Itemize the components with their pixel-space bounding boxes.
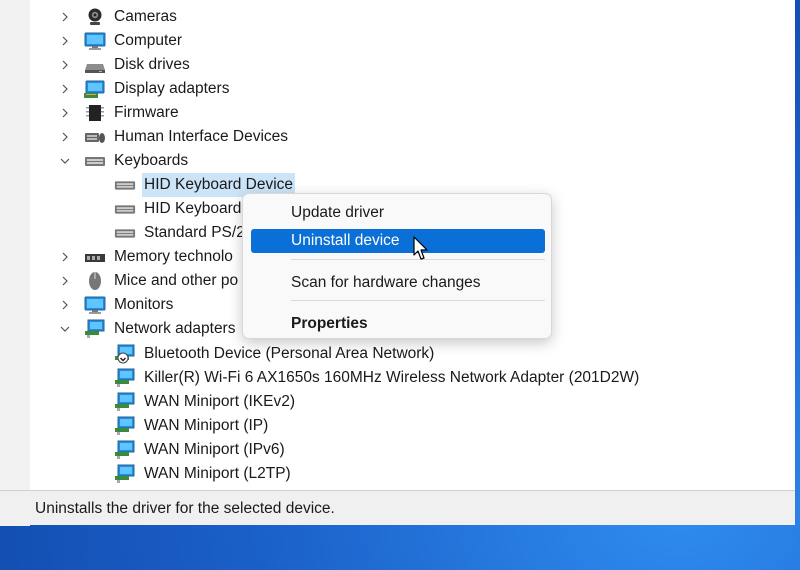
- tree-item-label: Monitors: [114, 296, 174, 313]
- tree-item-label: WAN Miniport (L2TP): [144, 465, 291, 482]
- tree-item-label: WAN Miniport (IP): [144, 417, 269, 434]
- camera-icon: [84, 7, 106, 27]
- tree-item-label: Display adapters: [114, 80, 230, 97]
- network-adapter-icon: [114, 440, 136, 460]
- chevron-down-icon[interactable]: [58, 317, 72, 341]
- tree-item-label: Standard PS/2: [144, 224, 245, 241]
- tree-item-label: WAN Miniport (IKEv2): [144, 393, 296, 410]
- memory-icon: [84, 247, 106, 267]
- network-adapter-disabled-icon: [114, 344, 136, 364]
- menu-item-update-driver[interactable]: Update driver: [251, 201, 545, 225]
- chevron-right-icon[interactable]: [58, 101, 72, 125]
- tree-item-wan-ikev2[interactable]: WAN Miniport (IKEv2): [114, 390, 297, 414]
- status-bar-left: [0, 490, 30, 526]
- tree-item-monitors[interactable]: Monitors: [62, 293, 175, 317]
- chevron-right-icon[interactable]: [58, 53, 72, 77]
- tree-item-label: Disk drives: [114, 56, 190, 73]
- tree-item-label: WAN Miniport (IPv6): [144, 441, 285, 458]
- chevron-right-icon[interactable]: [58, 245, 72, 269]
- status-bar: Uninstalls the driver for the selected d…: [30, 490, 795, 525]
- network-icon: [84, 319, 106, 339]
- tree-item-label: Bluetooth Device (Personal Area Network): [144, 345, 435, 362]
- menu-item-label: Update driver: [291, 204, 385, 221]
- context-menu: Update driver Uninstall device Scan for …: [242, 193, 552, 339]
- tree-item-hid-keyboard[interactable]: HID Keyboard: [114, 197, 243, 221]
- keyboard-icon: [114, 223, 136, 243]
- tree-item-network-adapters[interactable]: Network adapters: [60, 317, 237, 341]
- menu-separator: [291, 300, 545, 301]
- tree-item-label: Computer: [114, 32, 183, 49]
- menu-item-properties[interactable]: Properties: [251, 312, 545, 336]
- menu-item-uninstall-device[interactable]: Uninstall device: [251, 229, 545, 253]
- tree-item-label: Cameras: [114, 8, 177, 25]
- tree-item-human-interface-devices[interactable]: Human Interface Devices: [62, 125, 290, 149]
- tree-item-label: Killer(R) Wi-Fi 6 AX1650s 160MHz Wireles…: [144, 369, 640, 386]
- tree-item-wan-ip[interactable]: WAN Miniport (IP): [114, 414, 270, 438]
- tree-item-memory-technology[interactable]: Memory technolo: [62, 245, 235, 269]
- tree-item-label: Network adapters: [114, 320, 236, 337]
- chevron-right-icon[interactable]: [58, 5, 72, 29]
- menu-item-label: Scan for hardware changes: [291, 274, 481, 291]
- tree-item-label: Human Interface Devices: [114, 128, 289, 145]
- tree-item-label: Memory technolo: [114, 248, 233, 265]
- chip-icon: [84, 103, 106, 123]
- tree-item-keyboards[interactable]: Keyboards: [60, 149, 190, 173]
- tree-item-bluetooth-device[interactable]: Bluetooth Device (Personal Area Network): [114, 342, 436, 366]
- tree-item-standard-ps2[interactable]: Standard PS/2: [114, 221, 247, 245]
- pointer-cursor-icon: [413, 236, 428, 260]
- chevron-right-icon[interactable]: [58, 29, 72, 53]
- chevron-down-icon[interactable]: [58, 149, 72, 173]
- status-text: Uninstalls the driver for the selected d…: [35, 500, 335, 517]
- tree-item-wan-ipv6[interactable]: WAN Miniport (IPv6): [114, 438, 287, 462]
- menu-item-label: Uninstall device: [291, 232, 400, 249]
- tree-item-label: HID Keyboard: [144, 200, 242, 217]
- tree-item-label: Mice and other po: [114, 272, 239, 289]
- tree-item-label: Keyboards: [114, 152, 189, 169]
- monitor-icon: [84, 31, 106, 51]
- network-adapter-icon: [114, 464, 136, 484]
- disk-drive-icon: [84, 55, 106, 75]
- tree-item-cameras[interactable]: Cameras: [62, 5, 179, 29]
- network-adapter-icon: [114, 392, 136, 412]
- chevron-right-icon[interactable]: [58, 269, 72, 293]
- display-adapter-icon: [84, 79, 106, 99]
- window-left-pane: [0, 0, 31, 490]
- tree-item-label: Firmware: [114, 104, 179, 121]
- mouse-icon: [84, 271, 106, 291]
- tree-item-disk-drives[interactable]: Disk drives: [62, 53, 192, 77]
- menu-item-label: Properties: [291, 315, 368, 332]
- chevron-right-icon[interactable]: [58, 77, 72, 101]
- chevron-right-icon[interactable]: [58, 125, 72, 149]
- keyboard-icon: [114, 175, 136, 195]
- chevron-right-icon[interactable]: [58, 293, 72, 317]
- tree-item-mice[interactable]: Mice and other po: [62, 269, 240, 293]
- tree-item-computer[interactable]: Computer: [62, 29, 184, 53]
- keyboard-icon: [114, 199, 136, 219]
- menu-item-scan-hardware[interactable]: Scan for hardware changes: [251, 271, 545, 295]
- tree-item-wan-l2tp[interactable]: WAN Miniport (L2TP): [114, 462, 293, 486]
- network-adapter-icon: [114, 416, 136, 436]
- hid-icon: [84, 127, 106, 147]
- monitor-icon: [84, 295, 106, 315]
- tree-item-display-adapters[interactable]: Display adapters: [62, 77, 231, 101]
- keyboard-icon: [84, 151, 106, 171]
- network-adapter-icon: [114, 368, 136, 388]
- tree-item-firmware[interactable]: Firmware: [62, 101, 181, 125]
- tree-item-killer-wifi[interactable]: Killer(R) Wi-Fi 6 AX1650s 160MHz Wireles…: [114, 366, 641, 390]
